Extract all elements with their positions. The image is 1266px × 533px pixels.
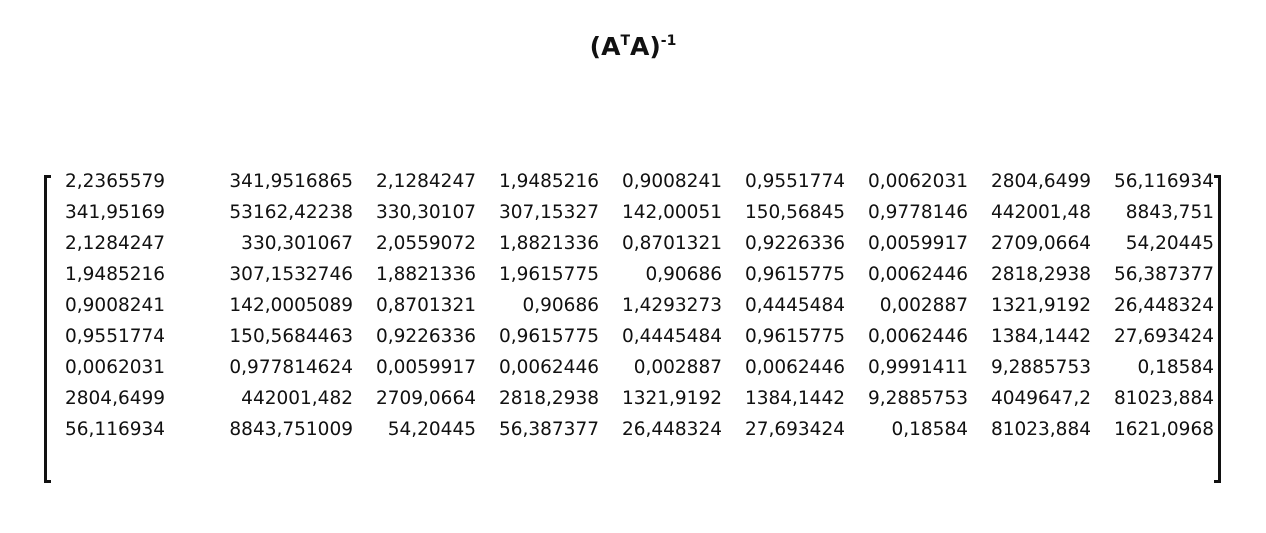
matrix-cell: 0,4445484 [744,295,845,316]
title-transpose-superscript: T [620,33,630,49]
matrix-cell: 0,18584 [1137,357,1214,378]
matrix-cell: 0,9778146 [867,202,968,223]
matrix-cell: 0,8701321 [621,233,722,254]
matrix-cell: 1384,1442 [990,326,1091,347]
matrix-cell: 2,0559072 [375,233,476,254]
matrix-cell: 150,5684463 [229,326,353,347]
matrix-cell: 0,90686 [645,264,722,285]
matrix-cell: 1321,9192 [621,388,722,409]
matrix-cell: 0,90686 [522,295,599,316]
matrix-cell: 8843,751 [1125,202,1214,223]
matrix-cell: 26,448324 [1113,295,1214,316]
matrix-cell: 0,0062031 [65,357,166,378]
matrix-cell: 2818,2938 [990,264,1091,285]
matrix-cell: 0,9615775 [744,326,845,347]
matrix-row: 2804,6499 442001,482 2709,0664 2818,2938 132… [52,383,1214,414]
matrix-cell: 0,9615775 [744,264,845,285]
matrix-cell: 341,9516865 [229,171,353,192]
matrix-row: 341,95169 53162,42238 330,30107 307,15327 14… [52,197,1214,228]
matrix-cell: 1621,0968 [1113,419,1214,440]
matrix-cell: 0,18584 [891,419,968,440]
matrix-cell: 142,0005089 [229,295,353,316]
matrix-cell: 330,30107 [375,202,476,223]
matrix-row: 1,9485216 307,1532746 1,8821336 1,9615775 0,… [52,259,1214,290]
matrix-cell: 2,2365579 [65,171,166,192]
matrix-cell: 307,1532746 [229,264,353,285]
title-mid: A) [630,32,661,61]
matrix-left-bracket [44,175,51,483]
matrix-cell: 0,0062446 [867,264,968,285]
matrix-cell: 0,4445484 [621,326,722,347]
matrix-cell: 2804,6499 [990,171,1091,192]
matrix-cell: 1,9485216 [65,264,166,285]
matrix-cell: 56,387377 [498,419,599,440]
matrix-cell: 0,002887 [879,295,968,316]
matrix-cell: 2818,2938 [498,388,599,409]
matrix-row: 2,1284247 330,301067 2,0559072 1,8821336 0,8… [52,228,1214,259]
matrix-cell: 341,95169 [65,202,166,223]
matrix-cell: 0,9615775 [498,326,599,347]
matrix-cell: 442001,48 [990,202,1091,223]
matrix-cell: 81023,884 [990,419,1091,440]
matrix-cell: 0,0062446 [744,357,845,378]
matrix-cell: 2804,6499 [65,388,166,409]
matrix-title: (ATA)-1 [0,30,1266,68]
matrix-cell: 0,9991411 [867,357,968,378]
matrix-cell: 27,693424 [1113,326,1214,347]
matrix-cell: 150,56845 [744,202,845,223]
matrix-cell: 0,0062446 [867,326,968,347]
matrix-cell: 0,0062031 [867,171,968,192]
matrix-table: 2,2365579 341,9516865 2,1284247 1,9485216 0,… [52,166,1214,445]
matrix-cell: 1,8821336 [498,233,599,254]
matrix-cell: 0,8701321 [375,295,476,316]
title-inverse-superscript: -1 [660,33,677,49]
matrix-cell: 1,9615775 [498,264,599,285]
matrix-cell: 54,20445 [387,419,476,440]
matrix-cell: 0,9226336 [375,326,476,347]
matrix-cell: 2709,0664 [990,233,1091,254]
matrix-cell: 4049647,2 [990,388,1091,409]
matrix-cell: 81023,884 [1113,388,1214,409]
matrix-cell: 8843,751009 [229,419,353,440]
matrix-cell: 2,1284247 [65,233,166,254]
matrix-cell: 0,9008241 [621,171,722,192]
matrix-cell: 2709,0664 [375,388,476,409]
matrix-cell: 27,693424 [744,419,845,440]
matrix-cell: 1,4293273 [621,295,722,316]
matrix-cell: 307,15327 [498,202,599,223]
matrix-cell: 330,301067 [241,233,353,254]
matrix-cell: 0,977814624 [229,357,353,378]
matrix-row: 2,2365579 341,9516865 2,1284247 1,9485216 0,… [52,166,1214,197]
title-base: (A [589,32,621,61]
matrix-cell: 0,0062446 [498,357,599,378]
matrix-cell: 9,2885753 [867,388,968,409]
matrix-cell: 54,20445 [1125,233,1214,254]
matrix-cell: 1,8821336 [375,264,476,285]
matrix-cell: 53162,42238 [229,202,353,223]
matrix-cell: 0,9551774 [744,171,845,192]
matrix-cell: 26,448324 [621,419,722,440]
matrix-cell: 0,9551774 [65,326,166,347]
matrix-cell: 1,9485216 [498,171,599,192]
matrix-cell: 0,9008241 [65,295,166,316]
matrix-cell: 1321,9192 [990,295,1091,316]
matrix-cell: 9,2885753 [990,357,1091,378]
matrix-row: 56,116934 8843,751009 54,20445 56,387377 26,… [52,414,1214,445]
matrix-cell: 142,00051 [621,202,722,223]
matrix-cell: 1384,1442 [744,388,845,409]
matrix-cell: 442001,482 [241,388,353,409]
matrix-cell: 0,0059917 [867,233,968,254]
matrix-right-bracket [1214,175,1221,483]
matrix-cell: 56,387377 [1113,264,1214,285]
matrix-cell: 0,9226336 [744,233,845,254]
matrix-row: 0,0062031 0,977814624 0,0059917 0,0062446 0,… [52,352,1214,383]
matrix-row: 0,9008241 142,0005089 0,8701321 0,90686 1,42… [52,290,1214,321]
matrix-row: 0,9551774 150,5684463 0,9226336 0,9615775 0,… [52,321,1214,352]
matrix-cell: 56,116934 [1113,171,1214,192]
matrix-cell: 56,116934 [65,419,166,440]
matrix-cell: 0,0059917 [375,357,476,378]
matrix-cell: 2,1284247 [375,171,476,192]
matrix-cell: 0,002887 [633,357,722,378]
